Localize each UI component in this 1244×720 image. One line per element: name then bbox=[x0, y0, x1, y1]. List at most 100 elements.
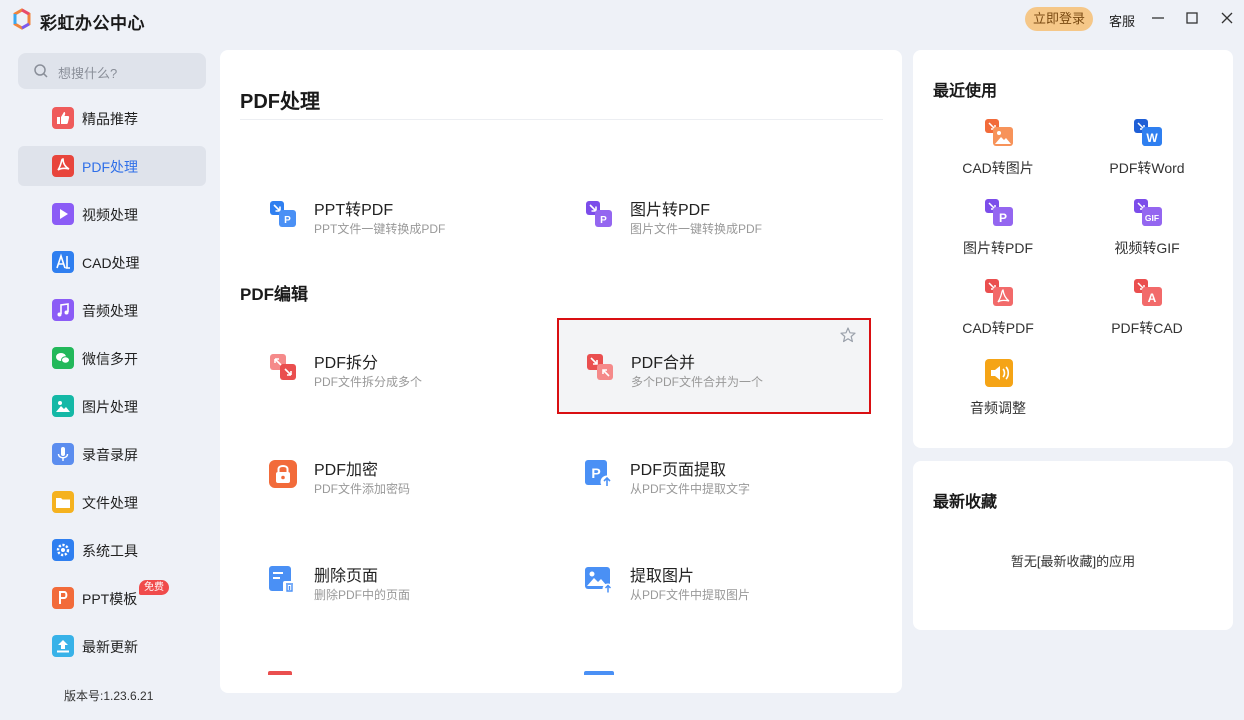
version-label: 版本号:1.23.6.21 bbox=[64, 689, 154, 703]
login-button[interactable]: 立即登录 bbox=[1025, 7, 1093, 31]
extract-image-icon bbox=[584, 565, 614, 595]
watermark-tool-icon-partial bbox=[268, 671, 292, 675]
sidebar-item-video[interactable]: 视频处理 bbox=[18, 194, 206, 234]
svg-text:GIF: GIF bbox=[1145, 213, 1159, 223]
customer-service-link[interactable]: 客服 bbox=[1109, 11, 1135, 30]
tool-desc: 多个PDF文件合并为一个 bbox=[631, 375, 764, 389]
cad-icon bbox=[52, 251, 74, 273]
free-badge: 免费 bbox=[139, 580, 169, 595]
favorites-panel: 最新收藏 暂无[最新收藏]的应用 bbox=[913, 461, 1233, 630]
sidebar-item-cad[interactable]: CAD处理 bbox=[18, 242, 206, 282]
recent-item-cad-to-pdf[interactable]: CAD转PDF bbox=[938, 278, 1058, 348]
maximize-icon[interactable] bbox=[1184, 10, 1200, 26]
tool-pdf-encrypt[interactable]: PDF加密 PDF文件添加密码 bbox=[240, 425, 556, 521]
recent-label: CAD转PDF bbox=[962, 320, 1034, 336]
wechat-icon bbox=[52, 347, 74, 369]
star-icon[interactable] bbox=[839, 326, 857, 344]
tool-ppt-to-pdf[interactable]: P PPT转PDF PPT文件一键转换成PDF bbox=[240, 165, 556, 261]
tool-name: 图片转PDF bbox=[630, 202, 711, 219]
sidebar-item-label: 精品推荐 bbox=[82, 111, 138, 127]
svg-text:P: P bbox=[284, 215, 291, 226]
recent-item-pdf-to-cad[interactable]: A PDF转CAD bbox=[1087, 278, 1207, 348]
tool-desc: PPT文件一键转换成PDF bbox=[314, 222, 446, 236]
favorites-title: 最新收藏 bbox=[933, 494, 998, 511]
pdf-merge-icon bbox=[585, 352, 615, 382]
recent-label: 视频转GIF bbox=[1114, 240, 1180, 256]
sidebar-item-ppt-templates[interactable]: PPT模板 免费 bbox=[18, 578, 206, 618]
sidebar-item-audio[interactable]: 音频处理 bbox=[18, 290, 206, 330]
svg-text:P: P bbox=[600, 215, 607, 226]
tool-name: PDF加密 bbox=[314, 462, 379, 479]
recent-item-cad-to-image[interactable]: CAD转图片 bbox=[938, 118, 1058, 188]
sidebar-item-featured[interactable]: 精品推荐 bbox=[18, 98, 206, 138]
tool-pdf-page-extract[interactable]: P PDF页面提取 从PDF文件中提取文字 bbox=[556, 425, 872, 521]
tool-desc: PDF文件添加密码 bbox=[314, 482, 411, 496]
sidebar-item-label: 最新更新 bbox=[82, 639, 138, 655]
sidebar-item-files[interactable]: 文件处理 bbox=[18, 482, 206, 522]
tool-name: PPT转PDF bbox=[314, 202, 394, 219]
sidebar-item-pdf[interactable]: PDF处理 bbox=[18, 146, 206, 186]
favorites-empty-text: 暂无[最新收藏]的应用 bbox=[1010, 554, 1136, 569]
recent-item-image-to-pdf[interactable]: P 图片转PDF bbox=[938, 198, 1058, 268]
title-bar: 彩虹办公中心 立即登录 客服 bbox=[0, 0, 1244, 38]
page-title: PDF处理 bbox=[240, 91, 320, 113]
video-play-icon bbox=[52, 203, 74, 225]
sidebar-item-wechat[interactable]: 微信多开 bbox=[18, 338, 206, 378]
sidebar-item-label: 图片处理 bbox=[82, 399, 138, 415]
sidebar-item-label: 系统工具 bbox=[82, 543, 138, 559]
section-title-pdf-edit: PDF编辑 bbox=[240, 285, 308, 304]
music-note-icon bbox=[52, 299, 74, 321]
tool-name: PDF合并 bbox=[631, 355, 696, 372]
pdf-icon bbox=[52, 155, 74, 177]
minimize-icon[interactable] bbox=[1150, 10, 1166, 26]
delete-page-icon bbox=[268, 565, 298, 595]
video-to-gif-icon: GIF bbox=[1133, 198, 1163, 228]
search-box[interactable]: 想搜什么? bbox=[18, 53, 206, 89]
tool-extract-image[interactable]: 提取图片 从PDF文件中提取图片 bbox=[556, 531, 872, 627]
image-to-pdf-icon: P bbox=[984, 198, 1014, 228]
tool-desc: 删除PDF中的页面 bbox=[314, 588, 411, 602]
sidebar-item-recording[interactable]: 录音录屏 bbox=[18, 434, 206, 474]
main-panel: PDF处理 P PPT转PDF PPT文件一键转换成PDF P 图片转PDF 图… bbox=[220, 50, 902, 693]
tool-image-to-pdf[interactable]: P 图片转PDF 图片文件一键转换成PDF bbox=[556, 165, 872, 261]
sidebar-item-image[interactable]: 图片处理 bbox=[18, 386, 206, 426]
pdf-to-word-icon: W bbox=[1133, 118, 1163, 148]
tool-name: 删除页面 bbox=[314, 568, 379, 585]
recent-item-pdf-to-word[interactable]: W PDF转Word bbox=[1087, 118, 1207, 188]
sidebar-item-system-tools[interactable]: 系统工具 bbox=[18, 530, 206, 570]
sidebar-item-label: 录音录屏 bbox=[82, 447, 138, 463]
ppt-icon bbox=[52, 587, 74, 609]
recent-label: 图片转PDF bbox=[963, 240, 1033, 256]
svg-text:P: P bbox=[591, 465, 600, 481]
sidebar-item-label: PPT模板 bbox=[82, 591, 138, 607]
tool-pdf-merge[interactable]: PDF合并 多个PDF文件合并为一个 bbox=[557, 318, 871, 414]
sidebar: 想搜什么? 精品推荐 PDF处理 视频处理 CAD处理 音频处理 微信多开 图片… bbox=[0, 38, 220, 720]
recent-label: CAD转图片 bbox=[962, 160, 1034, 176]
sidebar-item-updates[interactable]: 最新更新 bbox=[18, 626, 206, 666]
recent-item-audio-adjust[interactable]: 音频调整 bbox=[938, 358, 1058, 428]
gear-icon bbox=[52, 539, 74, 561]
sidebar-item-label: PDF处理 bbox=[82, 159, 138, 175]
recent-item-video-to-gif[interactable]: GIF 视频转GIF bbox=[1087, 198, 1207, 268]
svg-text:P: P bbox=[999, 211, 1007, 225]
tool-pdf-split[interactable]: PDF拆分 PDF文件拆分成多个 bbox=[240, 318, 556, 414]
pdf-page-extract-icon: P bbox=[584, 459, 614, 489]
svg-text:W: W bbox=[1146, 131, 1158, 145]
pdf-split-icon bbox=[268, 352, 298, 382]
recent-title: 最近使用 bbox=[933, 83, 998, 100]
recent-label: PDF转Word bbox=[1109, 160, 1185, 176]
close-icon[interactable] bbox=[1219, 10, 1235, 26]
tool-name: PDF页面提取 bbox=[630, 462, 727, 479]
audio-adjust-icon bbox=[984, 358, 1014, 388]
upload-icon bbox=[52, 635, 74, 657]
rainbow-logo-icon bbox=[11, 8, 33, 30]
tool-name: 提取图片 bbox=[630, 568, 695, 585]
sidebar-item-label: 文件处理 bbox=[82, 495, 138, 511]
recent-panel: 最近使用 CAD转图片 W PDF转Word P 图片转PDF GIF 视频转G… bbox=[913, 50, 1233, 448]
ppt-to-pdf-icon: P bbox=[268, 199, 298, 229]
search-placeholder: 想搜什么? bbox=[58, 66, 118, 81]
app-title: 彩虹办公中心 bbox=[40, 14, 145, 33]
tool-delete-page[interactable]: 删除页面 删除PDF中的页面 bbox=[240, 531, 556, 627]
sidebar-item-label: CAD处理 bbox=[82, 255, 140, 271]
divider bbox=[240, 119, 883, 120]
